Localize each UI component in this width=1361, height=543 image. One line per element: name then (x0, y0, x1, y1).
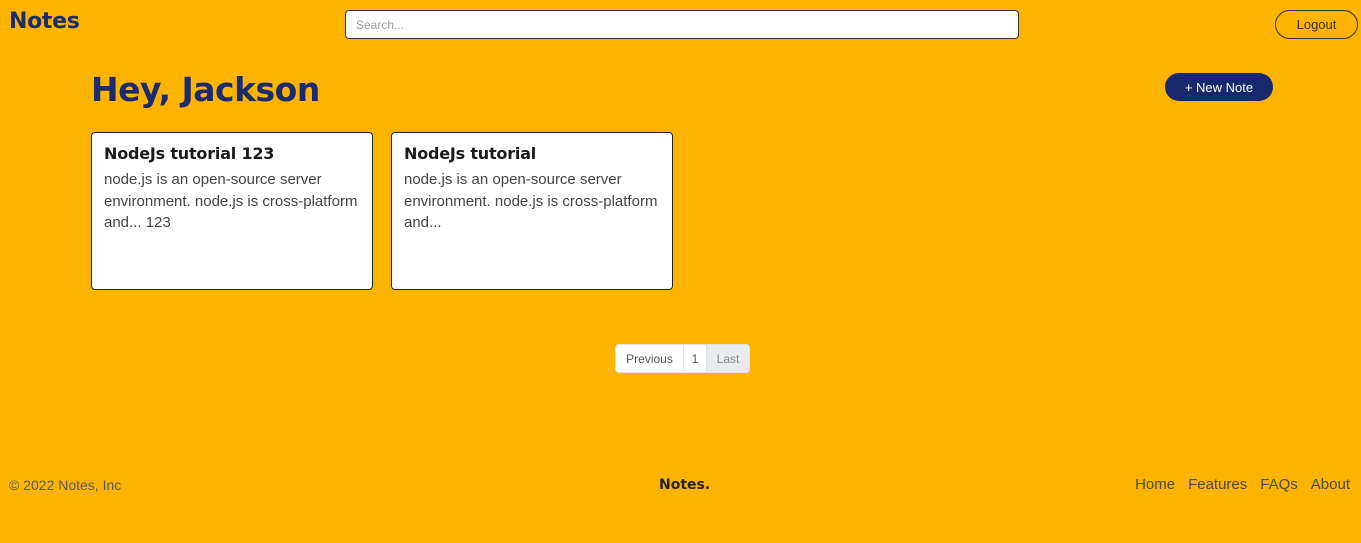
footer-link-features[interactable]: Features (1188, 476, 1247, 493)
note-body: node.js is an open-source server environ… (404, 171, 658, 231)
note-title: NodeJs tutorial 123 (104, 144, 275, 163)
pagination-previous-button[interactable]: Previous (616, 345, 684, 372)
search-input[interactable] (345, 10, 1019, 39)
new-note-button[interactable]: + New Note (1165, 73, 1273, 101)
note-body: node.js is an open-source server environ… (104, 171, 358, 231)
copyright-text: © 2022 Notes, Inc (9, 477, 122, 493)
page-title: Hey, Jackson (91, 70, 320, 109)
footer-link-faqs[interactable]: FAQs (1260, 476, 1298, 493)
logout-button[interactable]: Logout (1275, 10, 1358, 39)
footer-brand: Notes. (659, 477, 711, 493)
pagination-last-button[interactable]: Last (707, 345, 749, 372)
pagination-page-1[interactable]: 1 (684, 345, 707, 372)
footer-link-about[interactable]: About (1311, 476, 1350, 493)
brand-logo[interactable]: Notes (9, 9, 80, 34)
pagination: Previous 1 Last (615, 344, 750, 373)
note-title: NodeJs tutorial (404, 144, 537, 163)
footer-nav: Home Features FAQs About (1135, 476, 1350, 493)
note-card[interactable]: NodeJs tutorial node.js is an open-sourc… (391, 132, 673, 290)
note-card[interactable]: NodeJs tutorial 123 node.js is an open-s… (91, 132, 373, 290)
footer-link-home[interactable]: Home (1135, 476, 1175, 493)
